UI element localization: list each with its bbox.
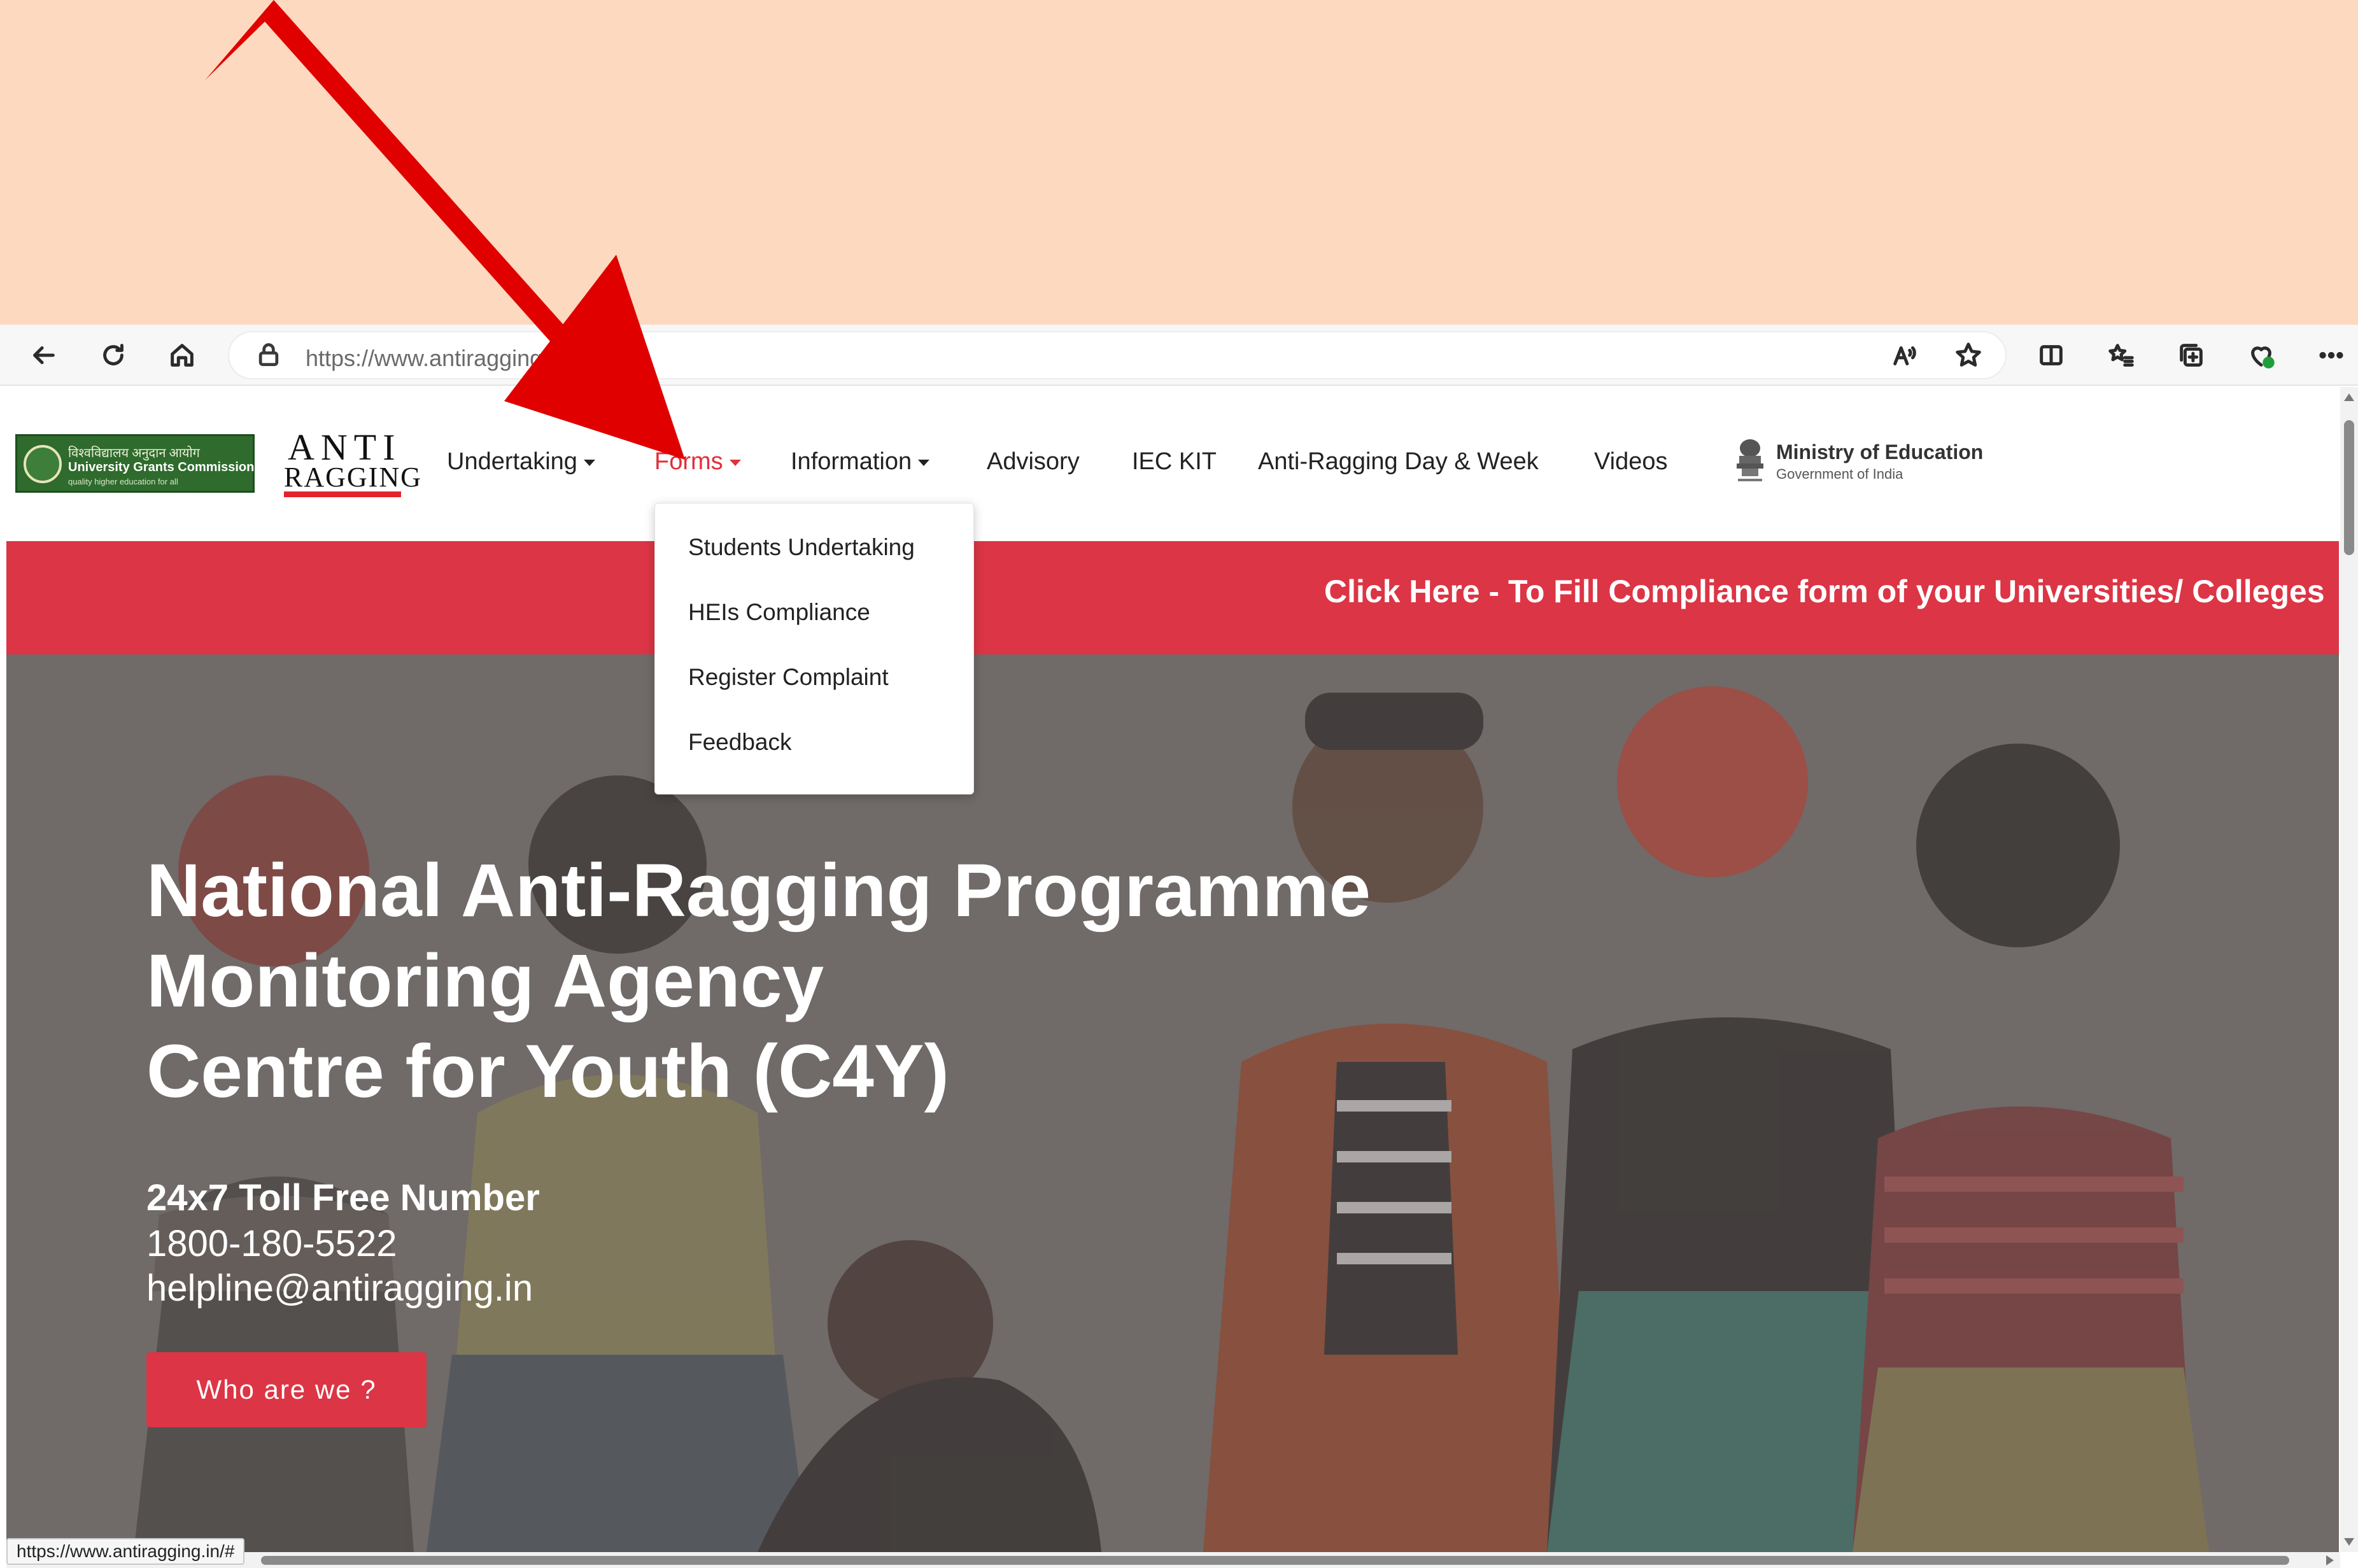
url-main: https://www.antiragging. — [306, 345, 549, 371]
status-bar-url: https://www.antiragging.in/# — [6, 1538, 245, 1565]
compliance-ticker[interactable]: Click Here - To Fill Compliance form of … — [6, 541, 2339, 654]
horizontal-scroll-thumb[interactable] — [261, 1556, 2289, 1565]
url-rest: in — [549, 345, 567, 371]
browser-window: https://www.antiragging.in विश्वविद्यालय… — [0, 325, 2358, 1568]
page-viewport: विश्वविद्यालय अनुदान आयोग University Gra… — [6, 387, 2339, 1552]
lock-icon[interactable] — [255, 341, 283, 369]
scroll-up-icon[interactable] — [2344, 393, 2354, 401]
ugc-tagline: quality higher education for all — [68, 477, 178, 486]
logo-underline — [284, 491, 401, 497]
nav-iec-kit[interactable]: IEC KIT — [1132, 448, 1217, 476]
dropdown-item-students-undertaking[interactable]: Students Undertaking — [688, 534, 915, 561]
horizontal-scrollbar[interactable] — [6, 1552, 2340, 1568]
hero-title-line: National Anti-Ragging Programme — [146, 849, 1371, 933]
nav-advisory[interactable]: Advisory — [987, 448, 1080, 476]
hero-title-line: Monitoring Agency — [146, 939, 824, 1023]
address-bar[interactable]: https://www.antiragging.in — [228, 331, 2007, 379]
ugc-hindi-name: विश्वविद्यालय अनुदान आयोग — [68, 446, 200, 460]
toll-free-label: 24x7 Toll Free Number — [146, 1177, 540, 1218]
refresh-icon[interactable] — [95, 337, 131, 373]
annotation-banner — [0, 0, 2358, 325]
scroll-down-icon[interactable] — [2344, 1538, 2354, 1546]
hero-section: National Anti-Ragging Programme Monitori… — [6, 654, 2339, 1552]
nav-forms[interactable]: Forms — [654, 448, 741, 476]
ugc-name: University Grants Commission — [68, 460, 255, 474]
site-navbar: विश्वविद्यालय अनुदान आयोग University Gra… — [6, 387, 2339, 541]
browser-toolbar: https://www.antiragging.in — [0, 325, 2358, 386]
nav-undertaking[interactable]: Undertaking — [447, 448, 595, 476]
dropdown-item-register-complaint[interactable]: Register Complaint — [688, 664, 889, 691]
favorite-star-icon[interactable] — [1951, 337, 1986, 373]
caret-down-icon — [583, 459, 595, 466]
nav-forms-label: Forms — [654, 448, 723, 475]
caret-down-icon — [918, 459, 930, 466]
dropdown-item-feedback[interactable]: Feedback — [688, 729, 792, 756]
nav-information-label: Information — [791, 448, 912, 475]
nav-anti-ragging-day-week[interactable]: Anti-Ragging Day & Week — [1258, 448, 1539, 476]
url-text[interactable]: https://www.antiragging.in — [306, 345, 567, 372]
toll-free-number[interactable]: 1800-180-5522 — [146, 1222, 397, 1265]
dropdown-item-heis-compliance[interactable]: HEIs Compliance — [688, 599, 870, 626]
split-screen-icon[interactable] — [2033, 337, 2069, 373]
anti-ragging-logo[interactable]: ANTI RAGGING — [281, 427, 421, 498]
logo-bottom-text: RAGGING — [284, 462, 422, 493]
hero-title: National Anti-Ragging Programme Monitori… — [146, 845, 1371, 1117]
ugc-seal-icon — [24, 445, 62, 483]
more-options-icon[interactable] — [2313, 337, 2349, 373]
caret-down-icon — [729, 459, 741, 466]
ministry-title[interactable]: Ministry of Education — [1776, 441, 1983, 464]
who-are-we-button[interactable]: Who are we ? — [146, 1352, 427, 1427]
national-emblem-icon — [1732, 437, 1769, 488]
forms-dropdown-menu: Students Undertaking HEIs Compliance Reg… — [654, 503, 974, 795]
favorites-list-icon[interactable] — [2103, 337, 2139, 373]
ugc-logo[interactable]: विश्वविद्यालय अनुदान आयोग University Gra… — [15, 434, 255, 493]
hero-title-line: Centre for Youth (C4Y) — [146, 1029, 949, 1113]
back-icon[interactable] — [25, 337, 61, 373]
browser-essentials-icon[interactable] — [2243, 337, 2279, 373]
ministry-subtitle: Government of India — [1776, 466, 1903, 482]
nav-undertaking-label: Undertaking — [447, 448, 577, 475]
read-aloud-icon[interactable] — [1887, 337, 1923, 373]
vertical-scrollbar[interactable] — [2340, 387, 2358, 1552]
nav-information[interactable]: Information — [791, 448, 930, 476]
scroll-right-icon[interactable] — [2326, 1555, 2334, 1565]
collections-icon[interactable] — [2173, 337, 2209, 373]
vertical-scroll-thumb[interactable] — [2344, 420, 2354, 555]
home-icon[interactable] — [164, 337, 200, 373]
nav-videos[interactable]: Videos — [1594, 448, 1668, 476]
logo-top-text: ANTI — [288, 427, 402, 468]
helpline-email[interactable]: helpline@antiragging.in — [146, 1267, 533, 1310]
ticker-text[interactable]: Click Here - To Fill Compliance form of … — [1324, 573, 2325, 610]
